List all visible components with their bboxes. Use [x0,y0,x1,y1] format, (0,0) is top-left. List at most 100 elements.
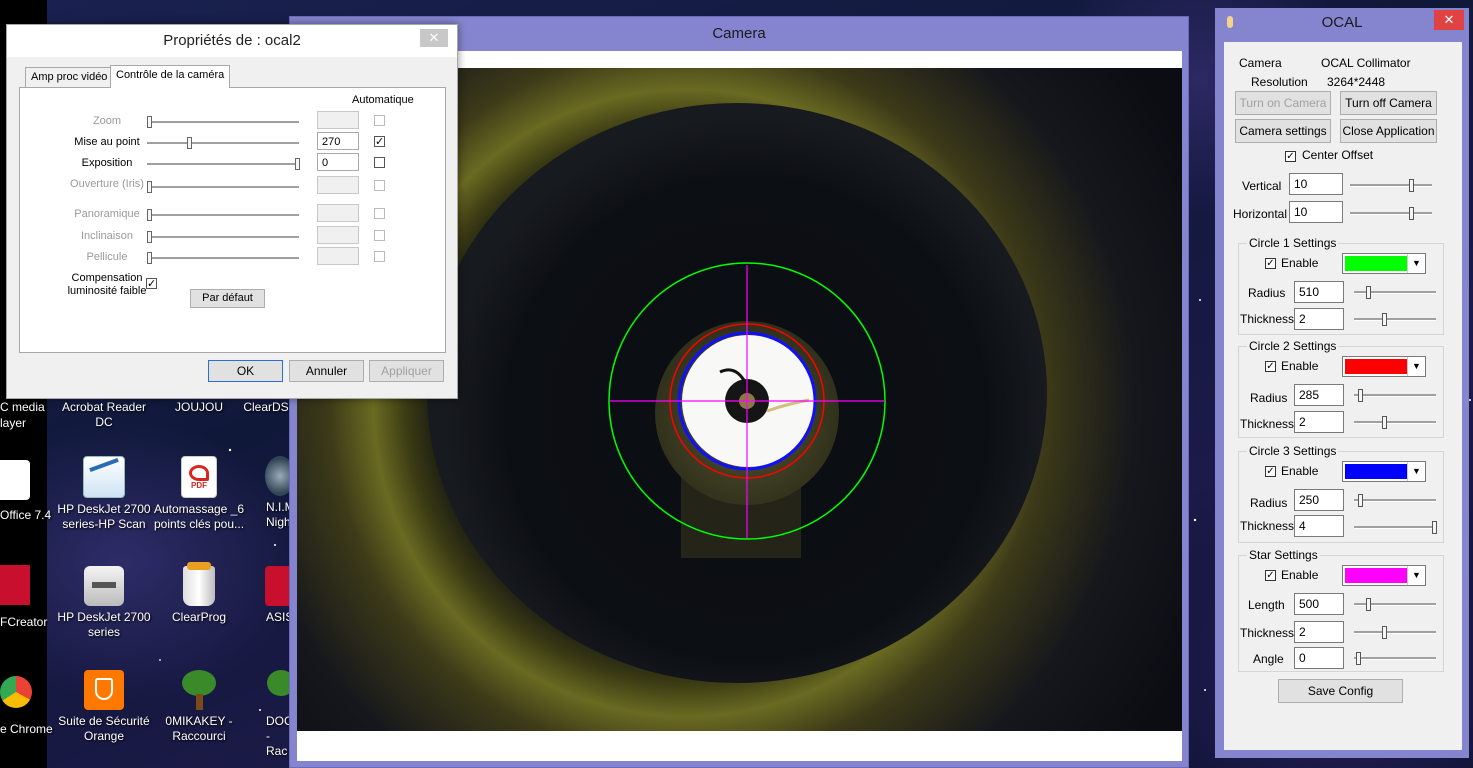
control-slider-thumb[interactable] [295,158,300,170]
desktop-icon-clearprog[interactable]: ClearProg [149,562,249,625]
control-slider[interactable] [147,142,299,145]
circle2-thickness-thumb[interactable] [1382,416,1387,429]
desktop-icon-asis[interactable]: ASIS [240,566,290,625]
circle1-thickness-slider[interactable] [1354,318,1436,321]
desktop-icon-hp-scan[interactable]: HP DeskJet 2700 series-HP Scan [54,456,154,532]
pdfcreator-icon[interactable] [0,565,30,605]
control-slider-thumb[interactable] [187,137,192,149]
turn-off-camera-button[interactable]: Turn off Camera [1340,91,1437,115]
desktop-icon-hp-printer[interactable]: HP DeskJet 2700 series [54,566,154,640]
circle3-radius-thumb[interactable] [1358,494,1363,507]
control-slider-thumb[interactable] [147,231,152,243]
control-slider-thumb[interactable] [147,116,152,128]
circle1-enable-checkbox[interactable]: ✓ [1265,258,1276,269]
ocal-window[interactable]: OCAL ✕ Camera OCAL Collimator Resolution… [1215,8,1469,758]
vertical-slider-thumb[interactable] [1409,179,1414,192]
close-application-button[interactable]: Close Application [1340,119,1437,143]
desktop-icon-orange-security[interactable]: Suite de Sécurité Orange [54,670,154,744]
circle3-enable-checkbox[interactable]: ✓ [1265,466,1276,477]
horizontal-slider-thumb[interactable] [1409,207,1414,220]
star-thickness-slider[interactable] [1354,631,1436,634]
control-slider-thumb[interactable] [147,252,152,264]
control-auto-checkbox[interactable] [374,230,385,241]
circle2-color-select[interactable]: ▼ [1342,356,1426,377]
circle3-radius-slider[interactable] [1354,499,1436,502]
ok-button[interactable]: OK [208,360,283,382]
office-icon[interactable] [0,460,30,500]
circle2-radius-input[interactable]: 285 [1294,384,1344,406]
star-length-input[interactable]: 500 [1294,593,1344,615]
close-icon[interactable]: ✕ [420,29,448,47]
star-thickness-thumb[interactable] [1382,626,1387,639]
circle3-thickness-thumb[interactable] [1432,521,1437,534]
desktop-icon-docs[interactable]: DOCS_ - Rac [240,670,290,759]
turn-on-camera-button[interactable]: Turn on Camera [1235,91,1331,115]
tab-camera-control[interactable]: Contrôle de la caméra [110,65,231,88]
circle2-thickness-input[interactable]: 2 [1294,411,1344,433]
save-config-button[interactable]: Save Config [1278,679,1403,703]
control-auto-checkbox[interactable] [374,115,385,126]
circle1-color-select[interactable]: ▼ [1342,253,1426,274]
control-value-input[interactable] [317,226,359,244]
desktop-icon-mikakey[interactable]: 0MIKAKEY - Raccourci [149,670,249,744]
low-light-checkbox[interactable]: ✓ [146,278,157,290]
control-slider-thumb[interactable] [147,181,152,193]
circle2-thickness-slider[interactable] [1354,421,1436,424]
circle3-thickness-slider[interactable] [1354,526,1436,529]
control-value-input[interactable]: 270 [317,132,359,150]
vertical-input[interactable]: 10 [1289,173,1343,195]
circle3-radius-input[interactable]: 250 [1294,489,1344,511]
circle1-radius-thumb[interactable] [1366,286,1371,299]
desktop-icon-acrobat[interactable]: Acrobat Reader DC [54,400,154,430]
cancel-button[interactable]: Annuler [289,360,364,382]
control-auto-checkbox[interactable] [374,157,385,168]
control-auto-checkbox[interactable] [374,208,385,219]
control-auto-checkbox[interactable] [374,180,385,191]
star-length-thumb[interactable] [1366,598,1371,611]
control-slider[interactable] [147,186,299,189]
circle2-radius-slider[interactable] [1354,394,1436,397]
control-slider[interactable] [147,121,299,124]
desktop-icon-pdf[interactable]: PDF Automassage _6 points clés pou... [149,456,249,532]
circle3-color-select[interactable]: ▼ [1342,461,1426,482]
camera-settings-button[interactable]: Camera settings [1235,119,1331,143]
apply-button[interactable]: Appliquer [369,360,444,382]
control-value-input[interactable] [317,111,359,129]
star-angle-thumb[interactable] [1356,652,1361,665]
control-auto-checkbox[interactable] [374,251,385,262]
circle1-thickness-thumb[interactable] [1382,313,1387,326]
chrome-icon[interactable] [0,676,32,708]
star-color-select[interactable]: ▼ [1342,565,1426,586]
properties-dialog[interactable]: Propriétés de : ocal2 ✕ Amp proc vidéo C… [6,24,458,399]
control-slider[interactable] [147,163,299,166]
default-button[interactable]: Par défaut [190,289,265,308]
horizontal-slider[interactable] [1350,212,1432,215]
circle1-radius-input[interactable]: 510 [1294,281,1344,303]
control-auto-checkbox[interactable]: ✓ [374,136,385,148]
star-enable-checkbox[interactable]: ✓ [1265,570,1276,581]
control-value-input[interactable] [317,247,359,265]
horizontal-input[interactable]: 10 [1289,201,1343,223]
control-slider[interactable] [147,257,299,260]
tab-amp-proc-video[interactable]: Amp proc vidéo [25,67,114,87]
circle2-radius-thumb[interactable] [1358,389,1363,402]
control-slider[interactable] [147,214,299,217]
star-angle-input[interactable]: 0 [1294,647,1344,669]
circle3-thickness-input[interactable]: 4 [1294,515,1344,537]
control-slider[interactable] [147,236,299,239]
center-offset-checkbox[interactable]: ✓ [1285,151,1296,162]
star-thickness-input[interactable]: 2 [1294,621,1344,643]
vertical-slider[interactable] [1350,184,1432,187]
control-value-input[interactable] [317,204,359,222]
control-value-input[interactable]: 0 [317,153,359,171]
control-value-input[interactable] [317,176,359,194]
control-slider-thumb[interactable] [147,209,152,221]
desktop-icon-nim[interactable]: N.I.M Nigh [240,456,290,530]
circle1-settings-group: Circle 1 Settings ✓ Enable ▼ Radius 510 … [1238,236,1444,335]
desktop-icon-joujou[interactable]: JOUJOU [149,400,249,415]
circle2-enable-checkbox[interactable]: ✓ [1265,361,1276,372]
desktop-icon-cleards[interactable]: ClearDS [240,400,292,415]
close-icon[interactable]: ✕ [1434,10,1464,30]
star-angle-slider[interactable] [1354,657,1436,660]
circle1-thickness-input[interactable]: 2 [1294,308,1344,330]
